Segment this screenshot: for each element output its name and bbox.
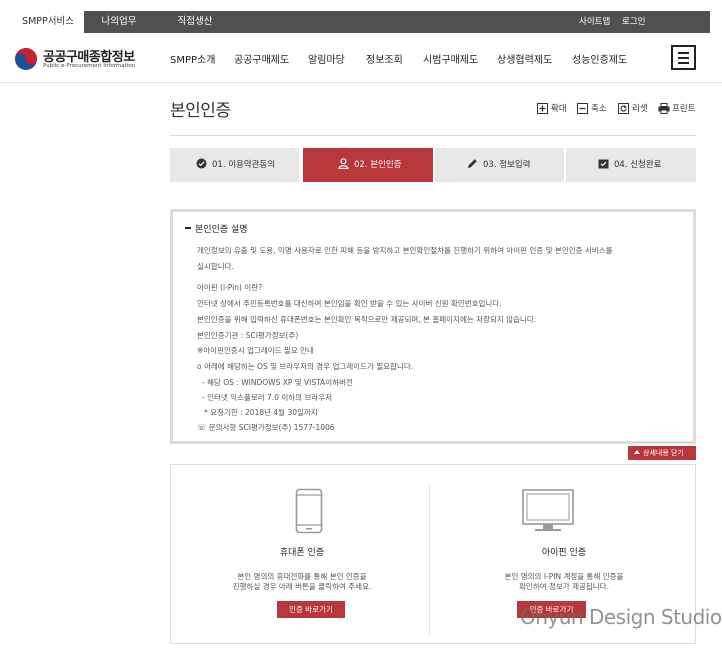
- hamburger-icon[interactable]: [671, 45, 696, 70]
- step-identity-verification: 02. 본인인증: [303, 148, 433, 182]
- info-line: - 해당 OS : WINDOWS XP 및 VISTA이하버전: [202, 378, 353, 387]
- step-terms-agreement: 01. 이용약관동의: [170, 148, 299, 182]
- print-button[interactable]: 프린트: [658, 102, 695, 116]
- step-label: 03. 정보입력: [483, 160, 531, 170]
- info-line: 본인인증을 위해 입력하신 휴대폰번호는 본인확인 목적으로만 제공되며, 본 …: [197, 315, 537, 324]
- phone-auth-desc: 본인 명의의 휴대전화를 통해 본인 인증을 진행하실 경우 아래 버튼을 클릭하…: [232, 572, 372, 591]
- nav-notice[interactable]: 알림마당: [308, 51, 345, 66]
- close-details-button[interactable]: 상세내용 닫기: [628, 446, 696, 460]
- step-info-input: 03. 정보입력: [435, 148, 564, 182]
- zoom-in-icon: [537, 103, 548, 114]
- zoom-in-label: 확대: [551, 104, 567, 114]
- step-label: 02. 본인인증: [354, 160, 402, 170]
- title-divider: [170, 135, 696, 136]
- reset-label: 리셋: [632, 104, 648, 114]
- zoom-out-label: 축소: [591, 104, 607, 114]
- taegeuk-logo-icon: [15, 48, 37, 70]
- phone-auth-title: 휴대폰 인증: [279, 548, 325, 558]
- phone-auth-panel: 휴대폰 인증 본인 명의의 휴대전화를 통해 본인 인증을 진행하실 경우 아래 …: [171, 465, 433, 643]
- reset-button[interactable]: 리셋: [618, 102, 648, 116]
- panel-divider: [429, 484, 430, 636]
- check-box-icon: [598, 159, 609, 169]
- site-logo[interactable]: 공공구매종합정보 Public e-Procurement Informatio…: [14, 45, 144, 75]
- studio-watermark: Onyun Design Studio: [520, 605, 722, 629]
- check-circle-icon: [196, 158, 207, 169]
- info-line: 아이핀 (i-Pin) 이란?: [197, 283, 263, 292]
- progress-steps: 01. 이용약관동의 02. 본인인증 03. 정보입력 04. 신청완료: [170, 148, 696, 182]
- top-utility-bar: SMPP서비스 나의업무 직접생산 사이트맵 로그인: [12, 11, 710, 33]
- info-line: o 아래에 해당하는 OS 및 브라우저의 경우 업그레이드가 필요합니다.: [197, 362, 414, 371]
- info-line: * 요청기한 : 2018년 4월 30일까지: [204, 408, 318, 417]
- mobile-phone-icon: [295, 488, 323, 534]
- info-line: - 인터넷 익스플로러 7.0 이하의 브라우저: [202, 393, 333, 402]
- user-icon: [338, 158, 349, 169]
- nav-public-procurement[interactable]: 공공구매제도: [234, 51, 289, 66]
- zoom-out-icon: [577, 103, 588, 114]
- ipin-auth-title: 아이핀 인증: [541, 548, 587, 558]
- step-label: 04. 신청완료: [614, 160, 662, 170]
- zoom-in-button[interactable]: 확대: [537, 102, 567, 116]
- verification-info-box: 본인인증 설명 개인정보의 유출 및 도용, 익명 사용자로 인한 피해 등을 …: [170, 209, 696, 444]
- login-link[interactable]: 로그인: [622, 11, 645, 33]
- nav-performance-cert[interactable]: 성능인증제도: [572, 51, 627, 66]
- info-line: 개인정보의 유출 및 도용, 익명 사용자로 인한 피해 등을 방지하고 본인확…: [197, 246, 613, 255]
- reset-icon: [618, 103, 629, 114]
- page-title: 본인인증: [170, 101, 231, 121]
- step-label: 01. 이용약관동의: [212, 160, 276, 170]
- ipin-auth-desc: 본인 명의의 I-PIN 계정을 통해 인증을 확인하여 정보가 제공됩니다.: [504, 572, 624, 591]
- nav-smpp-intro[interactable]: SMPP소개: [170, 51, 215, 66]
- tab-my-work[interactable]: 나의업무: [84, 11, 154, 33]
- monitor-icon: [522, 489, 574, 531]
- tab-direct-production[interactable]: 직접생산: [154, 11, 236, 33]
- info-line: ※아이핀인증시 업그레이드 필요 안내: [197, 346, 314, 355]
- header-divider: [0, 82, 722, 83]
- nav-pilot-purchase[interactable]: 시범구매제도: [423, 51, 478, 66]
- pencil-icon: [468, 159, 477, 168]
- sitemap-link[interactable]: 사이트맵: [579, 11, 610, 33]
- nav-win-win[interactable]: 상생협력제도: [497, 51, 552, 66]
- zoom-out-button[interactable]: 축소: [577, 102, 607, 116]
- info-line: 본인인증기관 : SCI평가정보(주): [197, 331, 299, 340]
- print-label: 프린트: [672, 104, 696, 114]
- info-line: ☏ 문의사항 SCI평가정보(주) 1577-1006: [197, 423, 335, 432]
- logo-subtitle: Public e-Procurement Information: [43, 63, 136, 69]
- tab-smpp-service[interactable]: SMPP서비스: [12, 11, 84, 33]
- step-application-complete: 04. 신청완료: [566, 148, 696, 182]
- info-title: 본인인증 설명: [185, 222, 248, 235]
- info-line: 인터넷 상에서 주민등록번호를 대신하여 본인임을 확인 받을 수 있는 사이버…: [197, 299, 502, 308]
- info-line: 실시합니다.: [197, 262, 234, 271]
- nav-info-search[interactable]: 정보조회: [366, 51, 403, 66]
- phone-auth-button[interactable]: 인증 바로가기: [277, 601, 345, 618]
- print-icon: [658, 103, 670, 114]
